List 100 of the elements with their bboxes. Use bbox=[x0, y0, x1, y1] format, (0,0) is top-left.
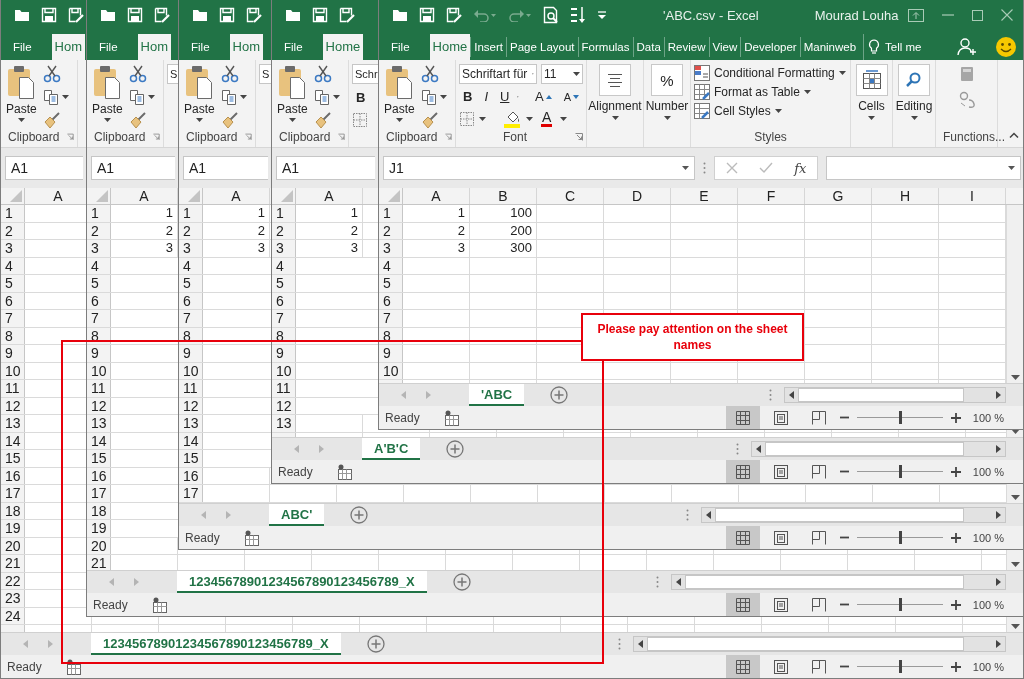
paste-button[interactable]: Paste bbox=[275, 64, 310, 129]
column-header[interactable]: D bbox=[604, 188, 671, 204]
row-header[interactable]: 3 bbox=[379, 240, 403, 257]
row-header[interactable]: 13 bbox=[272, 415, 296, 432]
ribbon-tab[interactable]: Maninweb bbox=[799, 37, 860, 57]
zoom-level[interactable]: 100 % bbox=[972, 411, 1004, 424]
row-header[interactable]: 23 bbox=[1, 590, 25, 607]
zoom-level[interactable]: 100 % bbox=[972, 465, 1004, 478]
ribbon-tab[interactable]: Page Layout bbox=[506, 37, 578, 57]
ribbon-tab[interactable]: File bbox=[379, 34, 422, 60]
row-header[interactable]: 13 bbox=[87, 415, 111, 432]
underline-button[interactable]: U bbox=[496, 89, 514, 105]
sheet-tab[interactable]: 12345678901234567890123456789_X bbox=[91, 633, 341, 655]
paste-button[interactable]: Paste bbox=[182, 64, 217, 129]
row-header[interactable]: 7 bbox=[87, 310, 111, 327]
row-header[interactable]: 11 bbox=[1, 380, 25, 397]
name-box[interactable]: A1 bbox=[276, 156, 375, 180]
styles-menu-button[interactable]: Conditional Formatting bbox=[694, 65, 846, 81]
row-header[interactable]: 19 bbox=[87, 520, 111, 537]
sheet-tab[interactable]: ABC' bbox=[269, 504, 325, 526]
row-header[interactable]: 9 bbox=[379, 345, 403, 362]
ribbon-tab[interactable]: Hom bbox=[51, 34, 85, 60]
column-header[interactable]: E bbox=[671, 188, 738, 204]
row-header[interactable]: 17 bbox=[87, 485, 111, 502]
ribbon-tab[interactable]: Insert bbox=[470, 37, 506, 57]
styles-menu-button[interactable]: Cell Styles bbox=[694, 103, 846, 119]
shrink-font-button[interactable]: A bbox=[559, 90, 583, 103]
row-header[interactable]: 13 bbox=[179, 415, 203, 432]
row-header[interactable]: 11 bbox=[272, 380, 296, 397]
row-header[interactable]: 5 bbox=[272, 275, 296, 292]
bold-button[interactable]: B bbox=[459, 89, 477, 105]
paste-button[interactable]: Paste bbox=[4, 64, 39, 129]
row-header[interactable]: 21 bbox=[1, 555, 25, 572]
italic-button[interactable]: I bbox=[480, 89, 492, 105]
editing-button[interactable]: Editing bbox=[891, 64, 937, 145]
column-header[interactable]: A bbox=[296, 188, 363, 204]
row-header[interactable]: 1 bbox=[1, 205, 25, 222]
row-header[interactable]: 17 bbox=[1, 485, 25, 502]
row-header[interactable]: 13 bbox=[1, 415, 25, 432]
sheet-tab[interactable]: 12345678901234567890123456789_X bbox=[177, 571, 427, 593]
row-header[interactable]: 3 bbox=[1, 240, 25, 257]
row-header[interactable]: 19 bbox=[1, 520, 25, 537]
sheet-tab[interactable]: A'B'C bbox=[362, 438, 421, 460]
column-header[interactable]: H bbox=[872, 188, 939, 204]
ribbon-tab[interactable]: Hom bbox=[229, 34, 263, 60]
ribbon-tab[interactable]: File bbox=[1, 34, 44, 60]
column-header[interactable]: C bbox=[537, 188, 604, 204]
row-header[interactable]: 1 bbox=[379, 205, 403, 222]
zoom-level[interactable]: 100 % bbox=[972, 660, 1004, 673]
row-header[interactable]: 9 bbox=[1, 345, 25, 362]
ribbon-tab[interactable]: File bbox=[87, 34, 130, 60]
paste-button[interactable]: Paste bbox=[382, 64, 417, 129]
styles-menu-button[interactable]: Format as Table bbox=[694, 84, 846, 100]
row-header[interactable]: 3 bbox=[87, 240, 111, 257]
font-color-button[interactable]: A bbox=[537, 111, 557, 128]
row-header[interactable]: 15 bbox=[87, 450, 111, 467]
row-header[interactable]: 9 bbox=[272, 345, 296, 362]
column-header[interactable]: I bbox=[939, 188, 1006, 204]
row-header[interactable]: 11 bbox=[179, 380, 203, 397]
column-header[interactable]: G bbox=[805, 188, 872, 204]
column-header[interactable]: A bbox=[203, 188, 270, 204]
row-header[interactable]: 5 bbox=[87, 275, 111, 292]
row-header[interactable]: 1 bbox=[179, 205, 203, 222]
row-header[interactable]: 15 bbox=[179, 450, 203, 467]
font-size-field[interactable]: 11 bbox=[541, 64, 583, 84]
row-header[interactable]: 3 bbox=[272, 240, 296, 257]
name-box[interactable]: A1 bbox=[91, 156, 175, 180]
column-header[interactable]: A bbox=[403, 188, 470, 204]
ribbon-tab[interactable]: File bbox=[179, 34, 222, 60]
row-header[interactable]: 7 bbox=[379, 310, 403, 327]
sheet-tab[interactable]: 'ABC bbox=[469, 384, 525, 406]
row-header[interactable]: 7 bbox=[272, 310, 296, 327]
ribbon-tab[interactable]: Developer bbox=[740, 37, 800, 57]
grow-font-button[interactable]: A bbox=[531, 89, 556, 105]
ribbon-tab[interactable]: View bbox=[708, 37, 741, 57]
row-header[interactable]: 5 bbox=[179, 275, 203, 292]
name-box[interactable]: A1 bbox=[183, 156, 268, 180]
ribbon-tab[interactable]: Home bbox=[429, 34, 471, 60]
ribbon-tab[interactable]: File bbox=[272, 34, 315, 60]
ribbon-tab[interactable]: Home bbox=[322, 34, 364, 60]
row-header[interactable]: 11 bbox=[87, 380, 111, 397]
name-box[interactable]: J1 bbox=[383, 156, 695, 180]
ribbon-tab[interactable]: Formulas bbox=[577, 37, 633, 57]
row-header[interactable]: 1 bbox=[87, 205, 111, 222]
row-header[interactable]: 21 bbox=[87, 555, 111, 570]
column-header[interactable]: F bbox=[738, 188, 805, 204]
insert-function-button[interactable]: fx bbox=[794, 160, 807, 176]
row-header[interactable]: 7 bbox=[179, 310, 203, 327]
row-header[interactable]: 5 bbox=[1, 275, 25, 292]
cells-button[interactable]: Cells bbox=[851, 64, 892, 145]
font-name-field[interactable]: Schriftart für bbox=[459, 64, 537, 84]
row-header[interactable]: 7 bbox=[1, 310, 25, 327]
column-header[interactable]: B bbox=[470, 188, 537, 204]
row-header[interactable]: 3 bbox=[179, 240, 203, 257]
zoom-level[interactable]: 100 % bbox=[972, 531, 1004, 544]
row-header[interactable]: 9 bbox=[87, 345, 111, 362]
zoom-level[interactable]: 100 % bbox=[972, 598, 1004, 611]
row-header[interactable]: 9 bbox=[179, 345, 203, 362]
row-header[interactable]: 1 bbox=[272, 205, 296, 222]
row-header[interactable]: 5 bbox=[379, 275, 403, 292]
